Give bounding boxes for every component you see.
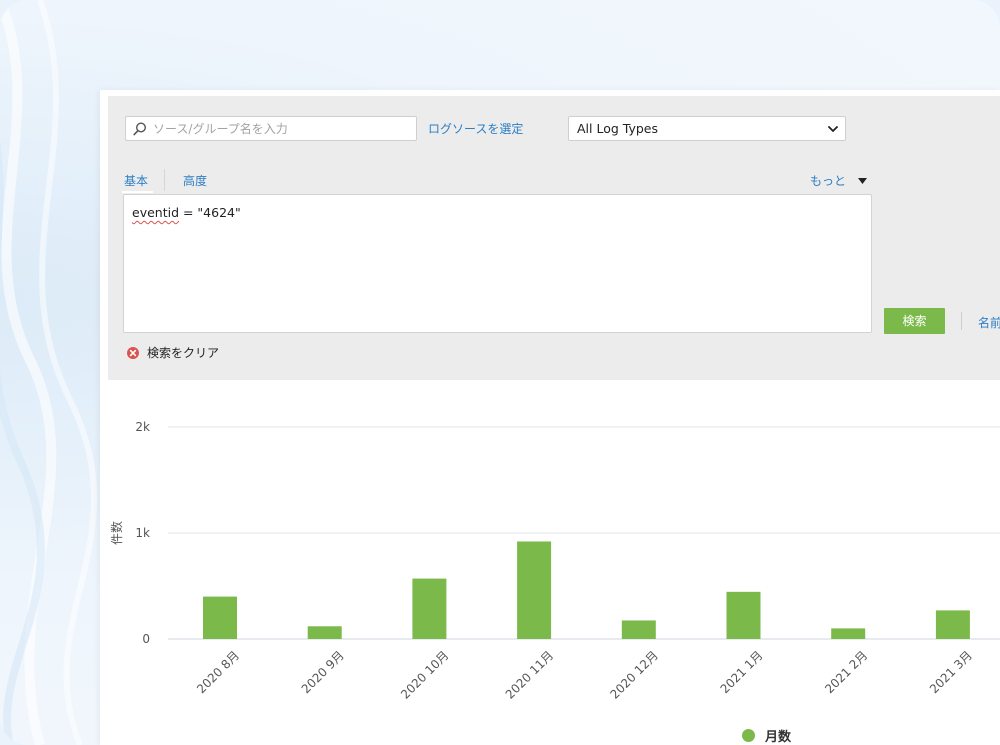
tab-basic-indicator: [122, 191, 153, 193]
query-field-name: eventid: [132, 205, 180, 220]
more-options-link[interactable]: もっと: [810, 172, 846, 189]
tab-divider: [164, 169, 165, 191]
search-area: ログソースを選定 All Log Types 基本 高度 もっと eventid…: [108, 96, 1000, 380]
search-icon: [133, 121, 147, 135]
chevron-down-icon: [828, 126, 838, 132]
caret-down-icon[interactable]: [858, 178, 867, 184]
clear-icon: [127, 346, 139, 359]
search-button[interactable]: 検索: [884, 308, 945, 334]
log-type-select[interactable]: All Log Types: [568, 116, 846, 141]
legend-label: 月数: [765, 730, 792, 745]
tab-advanced[interactable]: 高度: [183, 172, 207, 189]
log-type-value: All Log Types: [577, 121, 658, 136]
save-name-link[interactable]: 名前: [978, 314, 1000, 331]
query-condition: = "4624": [179, 205, 241, 220]
clear-search-label: 検索をクリア: [147, 346, 220, 360]
query-textarea[interactable]: eventid = "4624": [123, 194, 872, 333]
button-divider: [961, 312, 962, 330]
select-log-source-link[interactable]: ログソースを選定: [428, 120, 523, 137]
clear-search-button[interactable]: 検索をクリア: [127, 344, 219, 361]
log-search-panel: ログソースを選定 All Log Types 基本 高度 もっと eventid…: [100, 90, 1000, 745]
legend-swatch: [742, 729, 755, 742]
chart-legend[interactable]: 月数: [742, 726, 791, 745]
tab-basic[interactable]: 基本: [124, 172, 148, 189]
source-search-box[interactable]: [125, 116, 417, 141]
source-search-input[interactable]: [153, 121, 403, 136]
